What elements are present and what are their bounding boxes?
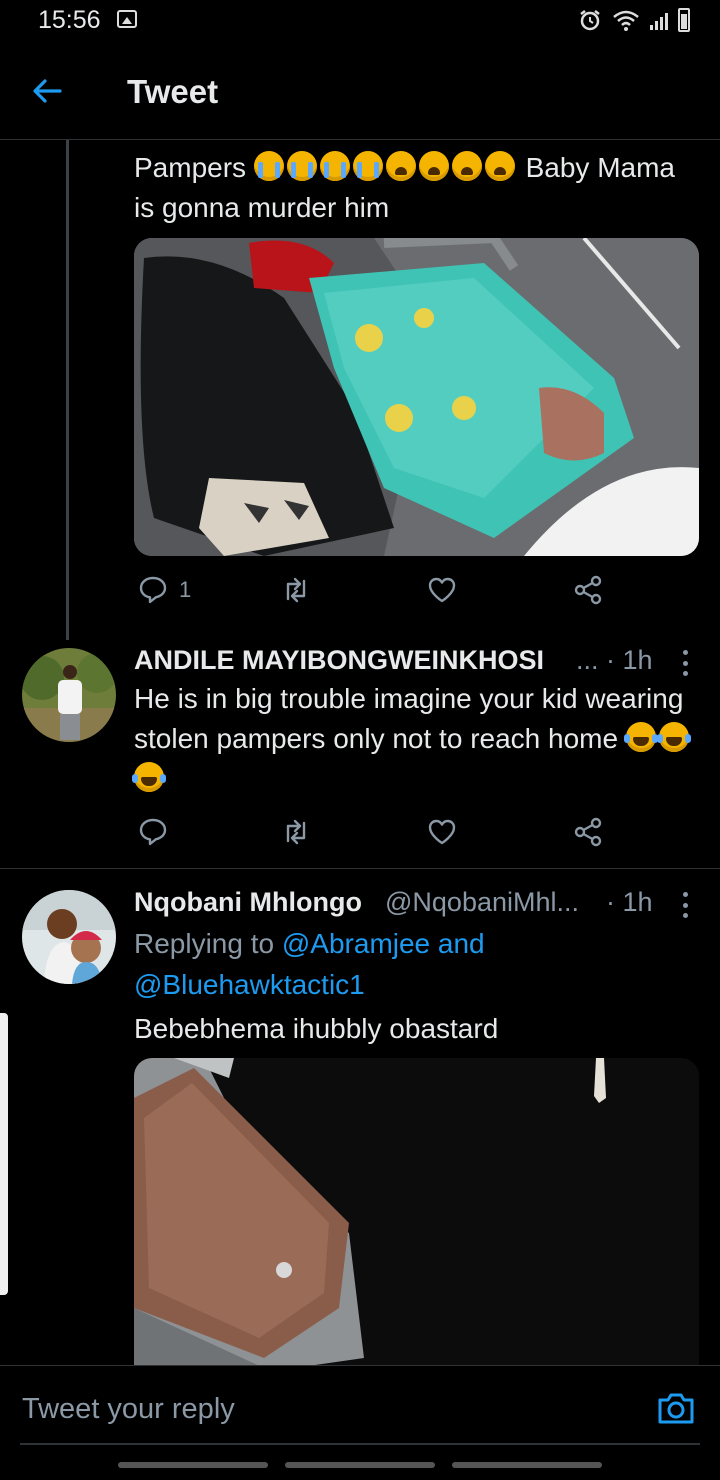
share-button[interactable] xyxy=(572,574,604,606)
weary-face-icon xyxy=(484,151,515,181)
tweet-time: · 1h xyxy=(606,887,653,917)
top-app-bar: Tweet xyxy=(0,44,720,140)
loudly-crying-face-icon xyxy=(253,151,284,181)
author-name[interactable]: Nqobani Mhlongo xyxy=(134,887,362,918)
tweet-2-text: He is in big trouble imagine your kid we… xyxy=(132,679,704,799)
retweet-icon xyxy=(286,819,306,845)
share-icon xyxy=(574,817,602,847)
replying-to-line: Replying to @Abramjee and xyxy=(134,924,704,964)
more-options-icon[interactable] xyxy=(682,892,688,918)
user-avatar-icon xyxy=(22,648,116,742)
reply-button[interactable] xyxy=(137,816,169,848)
reply-underline xyxy=(20,1443,700,1445)
nav-hint-center[interactable] xyxy=(285,1462,435,1468)
loudly-crying-face-icon xyxy=(319,151,350,181)
user-avatar-icon xyxy=(22,890,116,984)
tears-of-joy-icon xyxy=(623,722,656,752)
more-options-icon[interactable] xyxy=(682,650,688,676)
battery-icon xyxy=(678,8,690,32)
tweet-3-photo[interactable] xyxy=(134,1058,699,1368)
loudly-crying-face-icon xyxy=(352,151,383,181)
mention-link[interactable]: @Abramjee and xyxy=(282,928,485,959)
retweet-button[interactable] xyxy=(280,574,312,606)
avatar[interactable] xyxy=(22,648,116,742)
signal-icon xyxy=(650,10,668,30)
gallery-icon xyxy=(117,10,137,28)
wifi-icon xyxy=(613,10,639,31)
avatar[interactable] xyxy=(22,890,116,984)
camera-icon[interactable] xyxy=(656,1390,700,1430)
tweet-time: · 1h xyxy=(606,645,653,675)
tweet-1-text-start: Pampers xyxy=(134,152,247,183)
heart-icon xyxy=(428,819,456,845)
tweet-1-photo[interactable] xyxy=(134,238,699,556)
status-bar: 15:56 xyxy=(0,0,720,44)
share-icon xyxy=(574,575,602,605)
weary-face-icon xyxy=(385,151,416,181)
nav-hint-left[interactable] xyxy=(118,1462,268,1468)
reply-icon xyxy=(139,576,167,604)
reply-button[interactable]: 1 xyxy=(137,574,191,606)
tweet-1-text: Pampers Baby Mama is gonna murder him xyxy=(134,148,694,228)
retweet-icon xyxy=(286,577,306,603)
tweet-1[interactable]: Pampers Baby Mama is gonna murder him 1 xyxy=(0,140,720,640)
tweet-3[interactable]: Nqobani Mhlongo @NqobaniMhl... · 1h Repl… xyxy=(0,869,720,1368)
reply-input[interactable]: Tweet your reply xyxy=(22,1393,235,1426)
heart-icon xyxy=(428,577,456,603)
replying-to-label: Replying to xyxy=(134,928,275,959)
share-button[interactable] xyxy=(572,816,604,848)
pistol-photo-icon xyxy=(134,1058,699,1368)
author-name[interactable]: ANDILE MAYIBONGWEINKHOSI xyxy=(134,645,544,676)
pampers-photo-icon xyxy=(134,238,699,556)
tears-of-joy-icon xyxy=(132,762,164,792)
nav-hint-right[interactable] xyxy=(452,1462,602,1468)
loudly-crying-face-icon xyxy=(286,151,317,181)
mention-link[interactable]: @Bluehawktactic1 xyxy=(134,965,365,1005)
weary-face-icon xyxy=(418,151,449,181)
like-button[interactable] xyxy=(426,816,458,848)
name-truncation: ... xyxy=(576,645,599,675)
alarm-icon xyxy=(580,10,600,31)
status-time: 15:56 xyxy=(38,6,101,34)
tears-of-joy-icon xyxy=(656,722,689,752)
weary-face-icon xyxy=(451,151,482,181)
emoji-group xyxy=(253,151,526,183)
edge-panel-handle[interactable] xyxy=(0,1013,8,1295)
page-title: Tweet xyxy=(127,73,219,110)
tweet-2[interactable]: ANDILE MAYIBONGWEINKHOSI ... · 1h He is … xyxy=(0,640,720,868)
like-button[interactable] xyxy=(426,574,458,606)
reply-count: 1 xyxy=(179,577,192,602)
reply-icon xyxy=(139,818,167,846)
tweet-3-text: Bebebhema ihubbly obastard xyxy=(134,1013,499,1044)
retweet-button[interactable] xyxy=(280,816,312,848)
status-icons xyxy=(578,8,690,32)
author-handle: @NqobaniMhl... xyxy=(385,887,579,917)
back-arrow-icon[interactable] xyxy=(30,74,70,110)
tweet-2-body: He is in big trouble imagine your kid we… xyxy=(134,683,684,754)
